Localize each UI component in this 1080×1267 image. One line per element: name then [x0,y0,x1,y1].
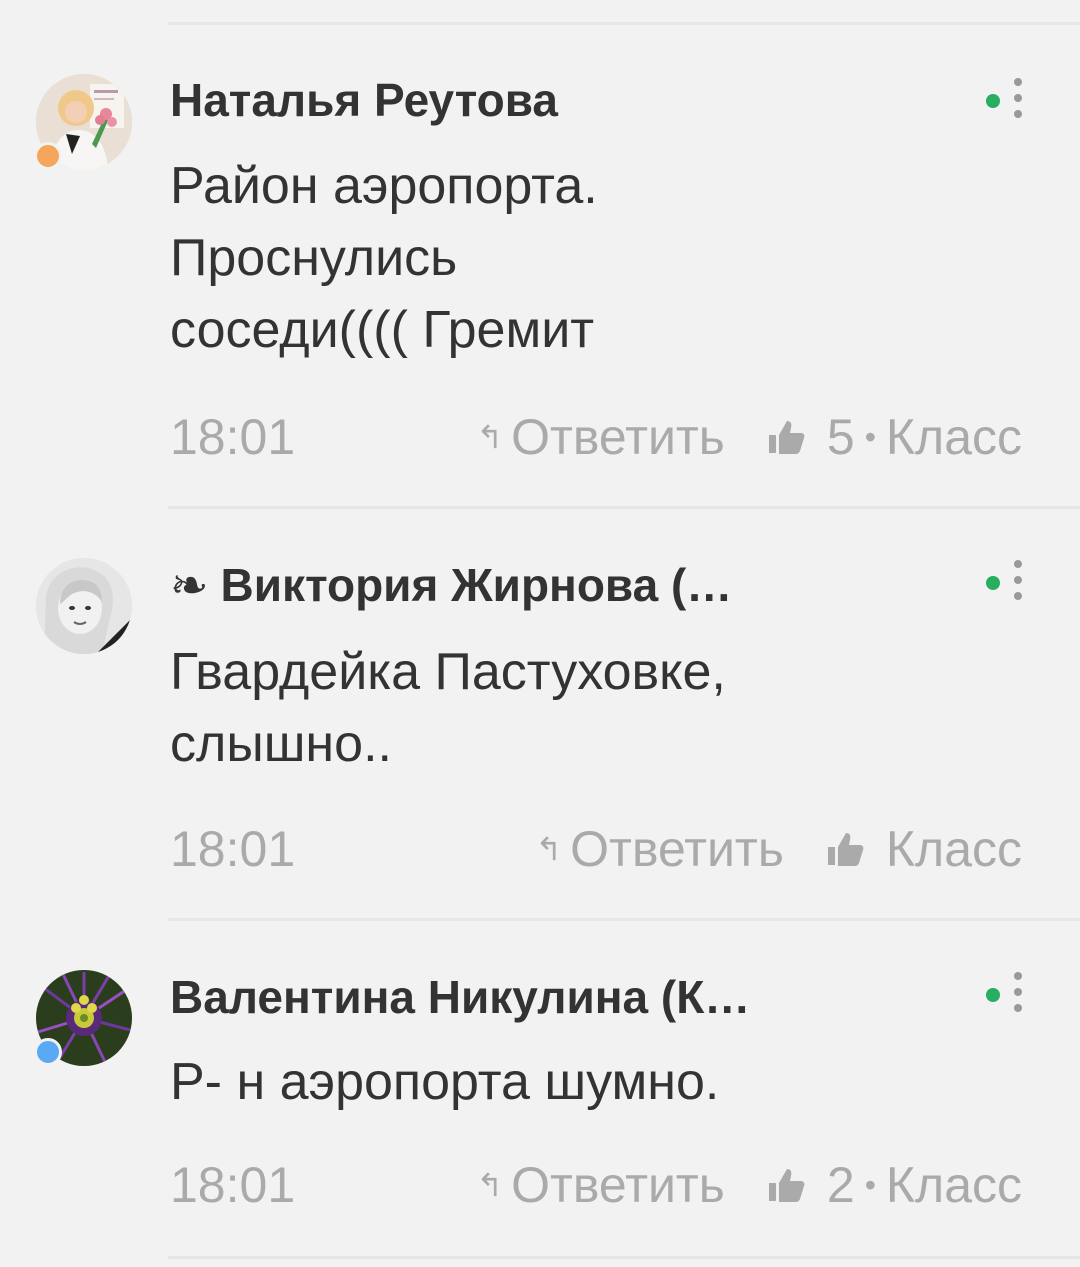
separator-dot: • [864,1166,876,1203]
divider-top [168,22,1080,25]
like-label: Класс [885,1157,1022,1213]
comment-time: 18:01 [170,821,296,877]
reply-icon: ↰ [476,419,504,455]
comment-meta: 18:01 ↰ Ответить 2 • Класс [170,1156,1022,1216]
comment-text: Гвардейка Пастуховке, слышно.. [170,643,726,773]
comment-text: Район аэропорта. Проснулись соседи(((( Г… [170,157,598,359]
comment-menu-button[interactable] [986,78,1030,126]
thumbs-up-icon [768,421,805,454]
like-count: 5 [826,409,855,465]
reply-button[interactable]: ↰ Ответить [476,408,725,466]
thumbs-up-icon [768,1169,805,1202]
divider [168,918,1080,921]
like-button[interactable]: Класс [826,820,1022,878]
comment-menu-button[interactable] [986,560,1030,608]
avatar-bw-portrait-icon [36,558,132,654]
author-name[interactable]: ❧ Виктория Жирнова (… [170,558,732,612]
fleuron-icon: ❧ [170,559,209,611]
online-indicator-icon [986,988,1000,1002]
separator-dot: • [864,418,876,455]
comment-time: 18:01 [170,409,296,465]
reply-button[interactable]: ↰ Ответить [476,1156,725,1214]
more-vertical-icon [1014,78,1022,126]
status-indicator [34,1038,62,1066]
author-name[interactable]: Наталья Реутова [170,73,558,127]
comment-meta: 18:01 ↰ Ответить 5 • Класс [170,408,1022,468]
more-vertical-icon [1014,560,1022,608]
comment-time: 18:01 [170,1157,296,1213]
reply-button[interactable]: ↰ Ответить [535,820,784,878]
comment-text: Р- н аэропорта шумно. [170,1053,720,1111]
like-button[interactable]: 5 • Класс [767,408,1022,466]
divider [168,506,1080,509]
avatar[interactable] [36,558,132,654]
like-label: Класс [885,409,1022,465]
reply-icon: ↰ [535,831,563,867]
comment-menu-button[interactable] [986,972,1030,1020]
comment-meta: 18:01 ↰ Ответить Класс [170,820,1022,880]
divider [168,1256,1080,1259]
author-name[interactable]: Валентина Никулина (К… [170,970,750,1024]
reply-icon: ↰ [476,1167,504,1203]
online-indicator-icon [986,576,1000,590]
like-count: 2 [826,1157,855,1213]
status-indicator [34,142,62,170]
thumbs-up-icon [827,833,864,866]
like-button[interactable]: 2 • Класс [767,1156,1022,1214]
online-indicator-icon [986,94,1000,108]
like-label: Класс [885,821,1022,877]
more-vertical-icon [1014,972,1022,1020]
